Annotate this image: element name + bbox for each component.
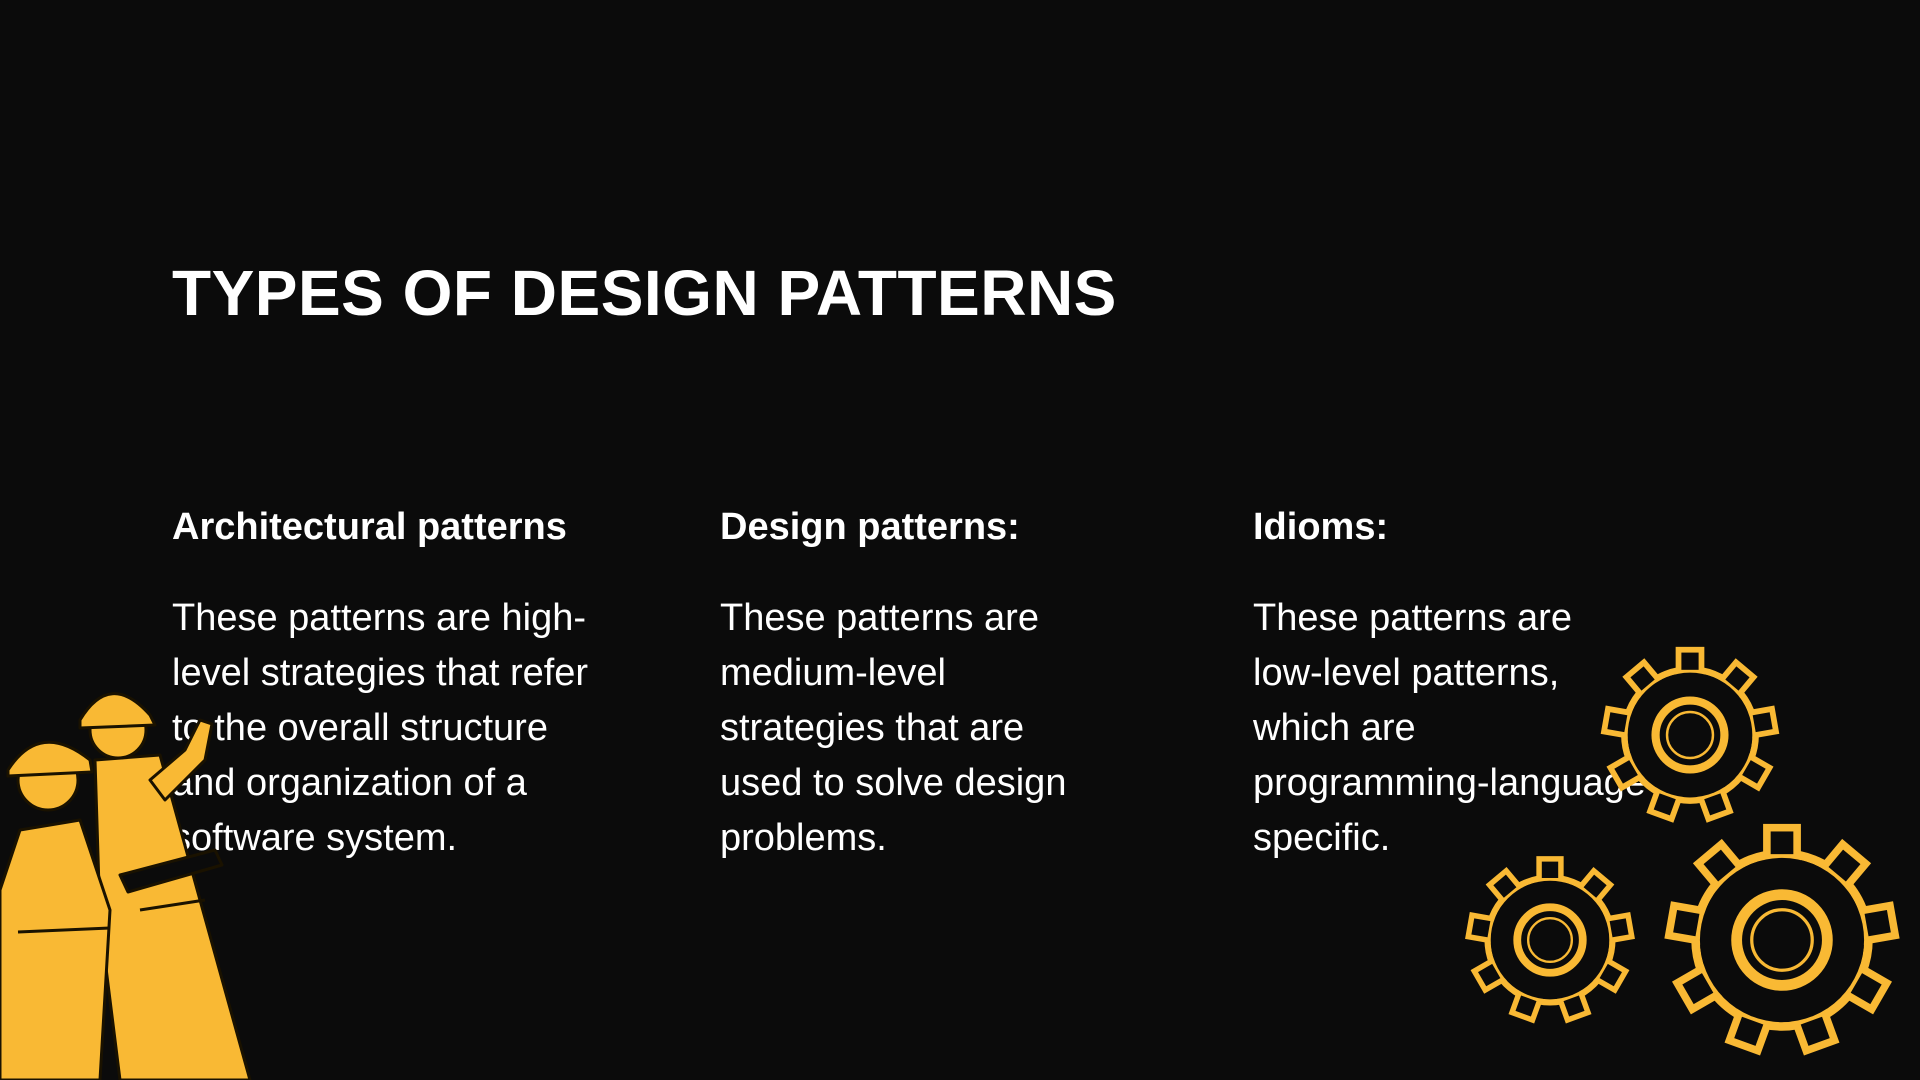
column-heading: Architectural patterns: [172, 506, 567, 548]
slide-title: TYPES OF DESIGN PATTERNS: [172, 257, 1117, 329]
slide: TYPES OF DESIGN PATTERNS Architectural p…: [0, 0, 1920, 1080]
column-heading: Idioms:: [1253, 506, 1389, 548]
gears-illustration: [1450, 640, 1920, 1080]
column-heading: Design patterns:: [720, 506, 1020, 548]
construction-workers-illustration: [0, 692, 252, 1080]
column-design-patterns: Design patterns: These patterns are medi…: [720, 505, 1190, 866]
column-body: These patterns are medium-level strategi…: [720, 596, 1067, 859]
